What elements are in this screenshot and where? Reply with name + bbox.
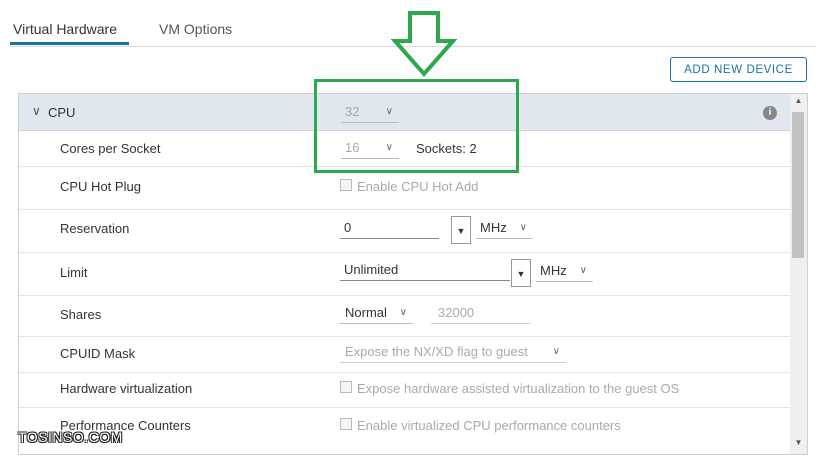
- limit-dropdown-button[interactable]: ▼: [511, 259, 531, 287]
- cpuid-mask-select[interactable]: Expose the NX/XD flag to guest ∨: [340, 342, 566, 363]
- row-hardware-virtualization: Hardware virtualization Expose hardware …: [19, 373, 790, 408]
- scroll-down-arrow-icon[interactable]: ▼: [790, 438, 807, 450]
- cpu-hot-plug-label: CPU Hot Plug: [60, 179, 141, 194]
- limit-unit-select[interactable]: MHz ∨: [536, 261, 593, 282]
- shares-value-input[interactable]: 32000: [431, 303, 530, 324]
- active-tab-indicator: [10, 42, 129, 45]
- hardware-virtualization-checkbox[interactable]: [340, 381, 352, 393]
- row-cpu-hot-plug: CPU Hot Plug Enable CPU Hot Add: [19, 167, 790, 210]
- chevron-down-icon: ∨: [519, 222, 527, 233]
- reservation-unit-select[interactable]: MHz ∨: [476, 218, 533, 239]
- row-shares: Shares Normal ∨ 32000: [19, 296, 790, 337]
- scroll-thumb[interactable]: [792, 112, 804, 258]
- scroll-up-arrow-icon[interactable]: ▲: [790, 96, 807, 108]
- tab-virtual-hardware[interactable]: Virtual Hardware: [13, 21, 117, 37]
- shares-level-value: Normal: [345, 305, 387, 320]
- cpuid-mask-value: Expose the NX/XD flag to guest: [345, 344, 528, 359]
- reservation-input[interactable]: 0: [340, 218, 439, 239]
- shares-label: Shares: [60, 307, 102, 322]
- highlight-box: [314, 79, 519, 173]
- chevron-down-icon[interactable]: ∨: [32, 104, 41, 118]
- watermark: TOSINSO.COM: [18, 429, 123, 445]
- hardware-virtualization-label: Hardware virtualization: [60, 381, 193, 396]
- performance-counters-checkbox-label: Enable virtualized CPU performance count…: [357, 418, 621, 433]
- hardware-virtualization-checkbox-label: Expose hardware assisted virtualization …: [357, 381, 680, 396]
- chevron-down-icon: ∨: [552, 346, 560, 357]
- chevron-down-icon: ∨: [579, 265, 587, 276]
- shares-level-select[interactable]: Normal ∨: [340, 303, 413, 324]
- tab-vm-options[interactable]: VM Options: [159, 21, 232, 37]
- reservation-value: 0: [344, 220, 352, 235]
- cpu-hot-add-checkbox[interactable]: [340, 179, 352, 191]
- cpu-hot-add-checkbox-label: Enable CPU Hot Add: [357, 179, 479, 194]
- shares-value: 32000: [438, 305, 475, 320]
- chevron-down-icon: ∨: [399, 307, 407, 318]
- cores-per-socket-label: Cores per Socket: [60, 141, 161, 156]
- reservation-unit-value: MHz: [480, 220, 507, 235]
- row-performance-counters: Performance Counters Enable virtualized …: [19, 408, 790, 454]
- reservation-dropdown-button[interactable]: ▼: [451, 216, 471, 244]
- info-icon[interactable]: i: [763, 106, 777, 120]
- add-new-device-button[interactable]: ADD NEW DEVICE: [670, 57, 807, 82]
- down-arrow-annotation-icon: [390, 11, 458, 78]
- vertical-scrollbar[interactable]: ▲ ▼: [790, 94, 807, 454]
- cpu-title: CPU: [48, 105, 76, 120]
- limit-input[interactable]: Unlimited: [340, 260, 510, 281]
- limit-label: Limit: [60, 265, 88, 280]
- cpuid-mask-label: CPUID Mask: [60, 346, 136, 361]
- limit-unit-value: MHz: [540, 263, 567, 278]
- reservation-label: Reservation: [60, 221, 130, 236]
- performance-counters-checkbox[interactable]: [340, 418, 352, 430]
- row-limit: Limit Unlimited ▼ MHz ∨: [19, 253, 790, 296]
- limit-value: Unlimited: [344, 262, 399, 277]
- row-reservation: Reservation 0 ▼ MHz ∨: [19, 210, 790, 253]
- row-cpuid-mask: CPUID Mask Expose the NX/XD flag to gues…: [19, 337, 790, 373]
